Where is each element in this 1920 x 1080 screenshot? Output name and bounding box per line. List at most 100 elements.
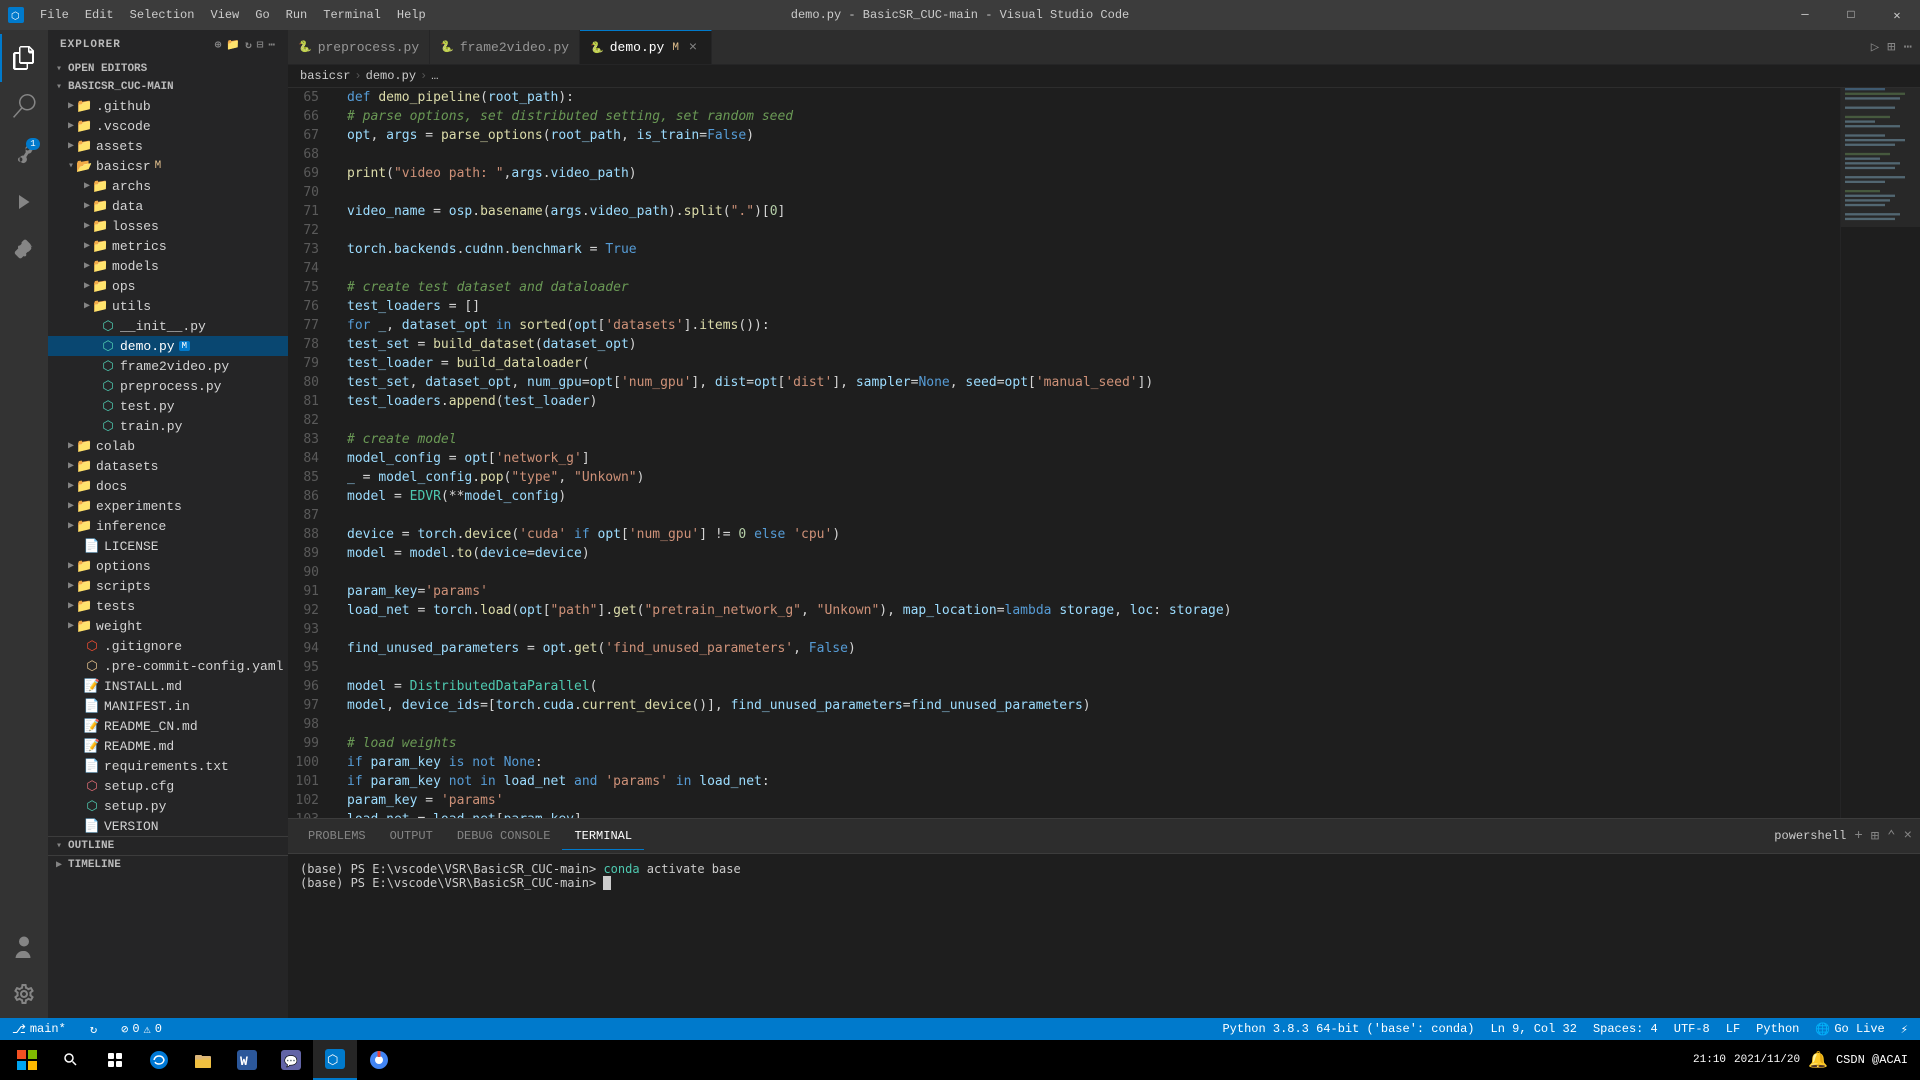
activity-settings[interactable] (0, 970, 48, 1018)
sidebar-item-scripts[interactable]: ▶ 📁 scripts (48, 576, 288, 596)
sidebar-item-inference[interactable]: ▶ 📁 inference (48, 516, 288, 536)
sidebar-item-datasets[interactable]: ▶ 📁 datasets (48, 456, 288, 476)
sidebar-item-install-md[interactable]: 📝 INSTALL.md (48, 676, 288, 696)
panel-tab-debug-console[interactable]: DEBUG CONSOLE (445, 823, 563, 849)
sidebar-item-github[interactable]: ▶ 📁 .github (48, 96, 288, 116)
timeline-header[interactable]: ▶ TIMELINE (48, 856, 288, 874)
panel-maximize[interactable]: ⌃ (1887, 828, 1895, 845)
menu-run[interactable]: Run (278, 4, 316, 26)
run-icon[interactable]: ▷ (1871, 39, 1879, 56)
minimize-button[interactable]: ─ (1782, 0, 1828, 30)
tab-preprocess[interactable]: 🐍 preprocess.py (288, 30, 430, 64)
activity-explorer[interactable] (0, 34, 48, 82)
panel-split-terminal[interactable]: ⊞ (1871, 828, 1879, 845)
new-folder-icon[interactable]: 📁 (226, 38, 241, 52)
sidebar-item-frame2video[interactable]: ⬡ frame2video.py (48, 356, 288, 376)
sidebar-item-train[interactable]: ⬡ train.py (48, 416, 288, 436)
sidebar-item-license[interactable]: 📄 LICENSE (48, 536, 288, 556)
taskbar-edge[interactable] (137, 1040, 181, 1080)
taskbar-word[interactable]: W (225, 1040, 269, 1080)
sidebar-item-pre-commit[interactable]: ⬡ .pre-commit-config.yaml (48, 656, 288, 676)
split-editor-icon[interactable]: ⊞ (1887, 39, 1895, 56)
activity-account[interactable] (0, 922, 48, 970)
taskbar-explorer[interactable] (181, 1040, 225, 1080)
breadcrumb-demo-py[interactable]: demo.py (366, 69, 416, 83)
sidebar-item-docs[interactable]: ▶ 📁 docs (48, 476, 288, 496)
sidebar-item-options[interactable]: ▶ 📁 options (48, 556, 288, 576)
sidebar-item-utils[interactable]: ▶ 📁 utils (48, 296, 288, 316)
activity-run[interactable] (0, 178, 48, 226)
status-language[interactable]: Python (1752, 1022, 1803, 1037)
activity-search[interactable] (0, 82, 48, 130)
new-file-icon[interactable]: ⊕ (215, 38, 223, 52)
status-golive[interactable]: 🌐 Go Live (1811, 1022, 1888, 1037)
tab-demo[interactable]: 🐍 demo.py M × (580, 30, 712, 64)
panel-add-terminal[interactable]: + (1854, 828, 1862, 844)
menu-view[interactable]: View (202, 4, 247, 26)
status-eol[interactable]: LF (1722, 1022, 1744, 1037)
taskbar-chrome[interactable] (357, 1040, 401, 1080)
sidebar-item-tests[interactable]: ▶ 📁 tests (48, 596, 288, 616)
sidebar-item-readme[interactable]: 📝 README.md (48, 736, 288, 756)
sidebar-item-colab[interactable]: ▶ 📁 colab (48, 436, 288, 456)
taskbar-teams[interactable]: 💬 (269, 1040, 313, 1080)
sidebar-item-ops[interactable]: ▶ 📁 ops (48, 276, 288, 296)
sidebar-item-weight[interactable]: ▶ 📁 weight (48, 616, 288, 636)
menu-edit[interactable]: Edit (77, 4, 122, 26)
sidebar-item-test[interactable]: ⬡ test.py (48, 396, 288, 416)
panel-tab-terminal[interactable]: TERMINAL (562, 823, 644, 850)
sidebar-item-preprocess[interactable]: ⬡ preprocess.py (48, 376, 288, 396)
panel-tab-problems[interactable]: PROBLEMS (296, 823, 378, 849)
code-content[interactable]: def demo_pipeline(root_path): # parse op… (343, 88, 1840, 818)
sidebar-item-readme-cn[interactable]: 📝 README_CN.md (48, 716, 288, 736)
sidebar-item-assets[interactable]: ▶ 📁 assets (48, 136, 288, 156)
menu-selection[interactable]: Selection (122, 4, 203, 26)
status-lightning[interactable]: ⚡ (1897, 1022, 1912, 1037)
panel-close[interactable]: × (1904, 828, 1912, 844)
panel-content[interactable]: (base) PS E:\vscode\VSR\BasicSR_CUC-main… (288, 854, 1920, 1018)
taskbar-start[interactable] (4, 1040, 49, 1080)
breadcrumb-ellipsis[interactable]: … (431, 69, 438, 83)
sidebar-item-gitignore[interactable]: ⬡ .gitignore (48, 636, 288, 656)
tab-frame2video[interactable]: 🐍 frame2video.py (430, 30, 580, 64)
sidebar-item-metrics[interactable]: ▶ 📁 metrics (48, 236, 288, 256)
open-editors-header[interactable]: ▾ OPEN EDITORS (48, 60, 288, 78)
more-actions-icon[interactable]: ⋯ (1904, 39, 1912, 56)
status-python[interactable]: Python 3.8.3 64-bit ('base': conda) (1218, 1022, 1478, 1037)
taskbar-task-view[interactable] (93, 1040, 137, 1080)
sidebar-item-manifest[interactable]: 📄 MANIFEST.in (48, 696, 288, 716)
breadcrumb-basicsr[interactable]: basicsr (300, 69, 350, 83)
close-button[interactable]: ✕ (1874, 0, 1920, 30)
sidebar-item-vscode[interactable]: ▶ 📁 .vscode (48, 116, 288, 136)
status-sync[interactable]: ↻ (86, 1022, 101, 1037)
menu-help[interactable]: Help (389, 4, 434, 26)
activity-source-control[interactable]: 1 (0, 130, 48, 178)
sidebar-item-version[interactable]: 📄 VERSION (48, 816, 288, 836)
sidebar-item-demo[interactable]: ⬡ demo.py M (48, 336, 288, 356)
sidebar-item-setup-cfg[interactable]: ⬡ setup.cfg (48, 776, 288, 796)
status-encoding[interactable]: UTF-8 (1670, 1022, 1714, 1037)
sidebar-item-models[interactable]: ▶ 📁 models (48, 256, 288, 276)
collapse-all-icon[interactable]: ⊟ (257, 38, 265, 52)
taskbar-vscode[interactable]: ⬡ (313, 1040, 357, 1080)
activity-extensions[interactable] (0, 226, 48, 274)
menu-terminal[interactable]: Terminal (315, 4, 389, 26)
sidebar-item-requirements[interactable]: 📄 requirements.txt (48, 756, 288, 776)
menu-file[interactable]: File (32, 4, 77, 26)
sidebar-item-losses[interactable]: ▶ 📁 losses (48, 216, 288, 236)
more-actions-icon[interactable]: ⋯ (268, 38, 276, 52)
sidebar-item-setup-py[interactable]: ⬡ setup.py (48, 796, 288, 816)
status-branch[interactable]: ⎇ main* (8, 1022, 70, 1037)
panel-tab-output[interactable]: OUTPUT (378, 823, 445, 849)
sidebar-item-data[interactable]: ▶ 📁 data (48, 196, 288, 216)
taskbar-search[interactable] (49, 1040, 93, 1080)
tab-close-button[interactable]: × (685, 40, 701, 56)
outline-header[interactable]: ▾ OUTLINE (48, 837, 288, 855)
sidebar-item-basicsr[interactable]: ▾ 📂 basicsr M (48, 156, 288, 176)
maximize-button[interactable]: □ (1828, 0, 1874, 30)
sidebar-item-experiments[interactable]: ▶ 📁 experiments (48, 496, 288, 516)
sidebar-item-archs[interactable]: ▶ 📁 archs (48, 176, 288, 196)
root-folder-header[interactable]: ▾ BASICSR_CUC-MAIN (48, 78, 288, 96)
status-spaces[interactable]: Spaces: 4 (1589, 1022, 1662, 1037)
refresh-icon[interactable]: ↻ (245, 38, 253, 52)
